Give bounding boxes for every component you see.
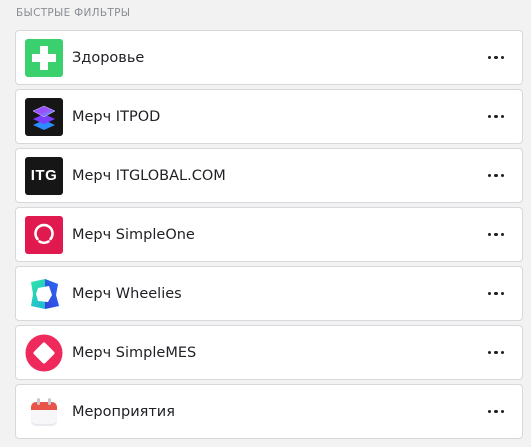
simplemes-logo-icon: [25, 334, 63, 372]
filter-label: Здоровье: [72, 49, 145, 66]
itglobal-logo-icon: ITG: [25, 156, 63, 195]
more-dots-icon: [487, 114, 505, 119]
filter-item-health[interactable]: Здоровье: [15, 30, 523, 85]
more-options-button[interactable]: [486, 107, 506, 127]
more-options-button[interactable]: [486, 402, 506, 422]
filter-label: Мерч ITPOD: [72, 108, 161, 125]
more-dots-icon: [487, 409, 505, 414]
filter-item-itglobal[interactable]: ITG Мерч ITGLOBAL.COM: [15, 148, 523, 203]
simpleone-logo-icon: [25, 215, 63, 254]
more-dots-icon: [487, 350, 505, 355]
wheelies-logo-icon: [25, 274, 63, 313]
filter-item-itpod[interactable]: Мерч ITPOD: [15, 89, 523, 144]
filter-label: Мерч ITGLOBAL.COM: [72, 167, 226, 184]
more-options-button[interactable]: [486, 166, 506, 186]
calendar-icon: [25, 393, 63, 431]
more-dots-icon: [487, 291, 505, 296]
filter-label: Мерч SimpleOne: [72, 226, 195, 243]
more-options-button[interactable]: [486, 284, 506, 304]
filter-label: Мероприятия: [72, 403, 175, 420]
health-cross-icon: [25, 38, 63, 77]
itglobal-logo-text: ITG: [30, 167, 58, 184]
filter-item-events[interactable]: Мероприятия: [15, 384, 523, 439]
filter-item-simpleone[interactable]: Мерч SimpleOne: [15, 207, 523, 262]
more-options-button[interactable]: [486, 48, 506, 68]
filter-label: Мерч Wheelies: [72, 285, 182, 302]
more-dots-icon: [487, 232, 505, 237]
filter-list: Здоровье Мерч ITPOD ITG Мерч ITGLOBAL.CO…: [15, 30, 523, 443]
itpod-logo-icon: [25, 97, 63, 136]
filter-label: Мерч SimpleMES: [72, 344, 197, 361]
quick-filters-panel: БЫСТРЫЕ ФИЛЬТРЫ Здоровье Мерч ITPOD ITG …: [0, 0, 531, 447]
more-options-button[interactable]: [486, 225, 506, 245]
more-dots-icon: [487, 55, 505, 60]
more-dots-icon: [487, 173, 505, 178]
section-title: БЫСТРЫЕ ФИЛЬТРЫ: [16, 7, 131, 19]
filter-item-simplemes[interactable]: Мерч SimpleMES: [15, 325, 523, 380]
more-options-button[interactable]: [486, 343, 506, 363]
filter-item-wheelies[interactable]: Мерч Wheelies: [15, 266, 523, 321]
